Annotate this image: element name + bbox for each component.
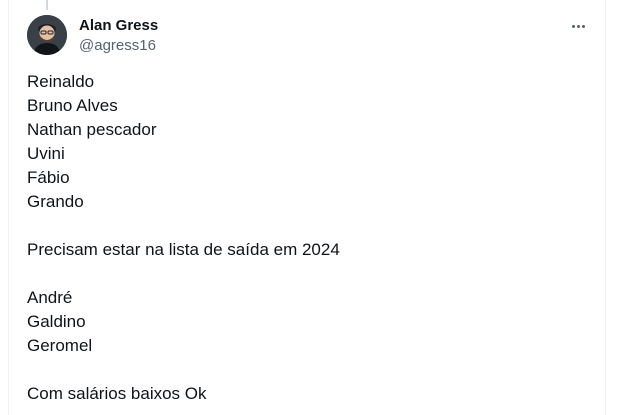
tweet-card[interactable]: Alan Gress @agress16 Reinaldo Bruno Alve… — [8, 0, 606, 415]
tweet-line: Nathan pescador — [27, 120, 157, 139]
tweet-line: Grando — [27, 192, 84, 211]
thread-connector-line — [46, 0, 48, 10]
tweet-statement: Precisam estar na lista de saída em 2024 — [27, 240, 340, 259]
tweet-line: Fábio — [27, 168, 70, 187]
author-info: Alan Gress @agress16 — [79, 16, 158, 55]
tweet-line: Uvini — [27, 144, 65, 163]
avatar[interactable] — [27, 15, 67, 55]
more-horizontal-icon[interactable] — [567, 16, 589, 36]
tweet-footer: Com salários baixos Ok — [27, 384, 207, 403]
tweet-line: Bruno Alves — [27, 96, 118, 115]
tweet-line: Geromel — [27, 336, 93, 355]
author-name[interactable]: Alan Gress — [79, 16, 158, 35]
tweet-line: Galdino — [27, 312, 86, 331]
tweet-text: Reinaldo Bruno Alves Nathan pescador Uvi… — [27, 70, 587, 406]
tweet-line: André — [27, 288, 73, 307]
author-handle[interactable]: @agress16 — [79, 36, 158, 55]
tweet-line: Reinaldo — [27, 72, 95, 91]
avatar-image — [27, 15, 67, 55]
